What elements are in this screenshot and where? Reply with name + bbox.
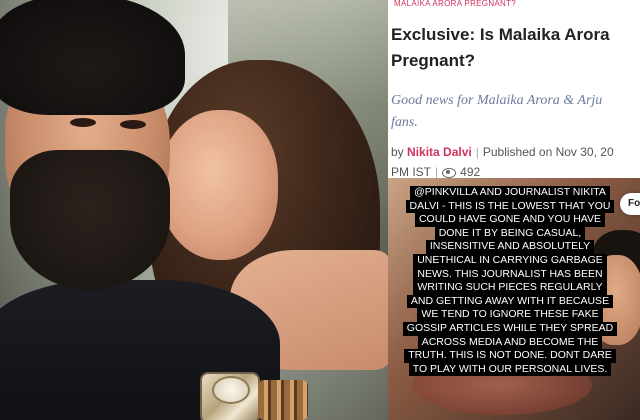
man-eye-left: [70, 118, 96, 127]
story-line: AND GETTING AWAY WITH IT BECAUSE: [406, 294, 614, 309]
eye-icon: [442, 167, 457, 178]
subhead-line-2: fans.: [391, 115, 418, 130]
story-line: TRUTH. THIS IS NOT DONE. DONT DARE: [404, 349, 616, 363]
story-line: GOSSIP ARTICLES WHILE THEY SPREAD: [402, 321, 618, 336]
story-line: DONE IT BY BEING CASUAL,: [434, 226, 586, 241]
published-date: Published on Nov 30, 20: [482, 145, 614, 159]
story-line: ACROSS MEDIA AND BECOME THE: [417, 335, 603, 350]
byline: by Nikita Dalvi | Published on Nov 30, 20 …: [391, 142, 640, 182]
published-time: PM IST: [391, 165, 432, 179]
bracelets: [258, 380, 308, 420]
story-line: INSENSITIVE AND ABSOLUTELY: [425, 240, 595, 254]
article-headline[interactable]: Exclusive: Is Malaika Arora Pregnant?: [391, 22, 640, 74]
man-beard: [10, 150, 170, 290]
story-line: COULD HAVE GONE AND YOU HAVE: [414, 213, 606, 227]
byline-separator: |: [475, 145, 479, 159]
author-link[interactable]: Nikita Dalvi: [407, 145, 472, 159]
headline-line-1: Exclusive: Is Malaika Arora: [391, 25, 610, 44]
man-eye-right: [120, 120, 146, 129]
story-line: WRITING SUCH PIECES REGULARLY: [413, 281, 607, 295]
article-subhead: Good news for Malaika Arora & Arju fans.: [391, 90, 640, 134]
story-line: UNETHICAL IN CARRYING GARBAGE: [413, 253, 607, 268]
view-count: 492: [460, 165, 481, 179]
man-hair: [0, 0, 185, 115]
story-line: NEWS. THIS JOURNALIST HAS BEEN: [413, 267, 607, 282]
subhead-line-1: Good news for Malaika Arora & Arju: [391, 93, 603, 108]
story-line: TO PLAY WITH OUR PERSONAL LIVES.: [408, 362, 612, 377]
story-line: @PINKVILLA AND JOURNALIST NIKITA: [410, 186, 610, 200]
watch-face: [212, 376, 250, 404]
story-line: WE TEND TO IGNORE THESE FAKE: [417, 308, 603, 322]
woman-face: [158, 110, 278, 260]
couple-photo: [0, 0, 388, 420]
headline-line-2: Pregnant?: [391, 51, 476, 70]
byline-separator: |: [435, 165, 439, 179]
byline-prefix: by: [391, 145, 404, 159]
top-banner[interactable]: MALAIKA ARORA PREGNANT?: [388, 0, 640, 8]
story-text-overlay: @PINKVILLA AND JOURNALIST NIKITA DALVI -…: [394, 186, 626, 377]
article-panel: MALAIKA ARORA PREGNANT? Exclusive: Is Ma…: [388, 0, 640, 420]
story-line: DALVI - THIS IS THE LOWEST THAT YOU: [405, 199, 615, 214]
